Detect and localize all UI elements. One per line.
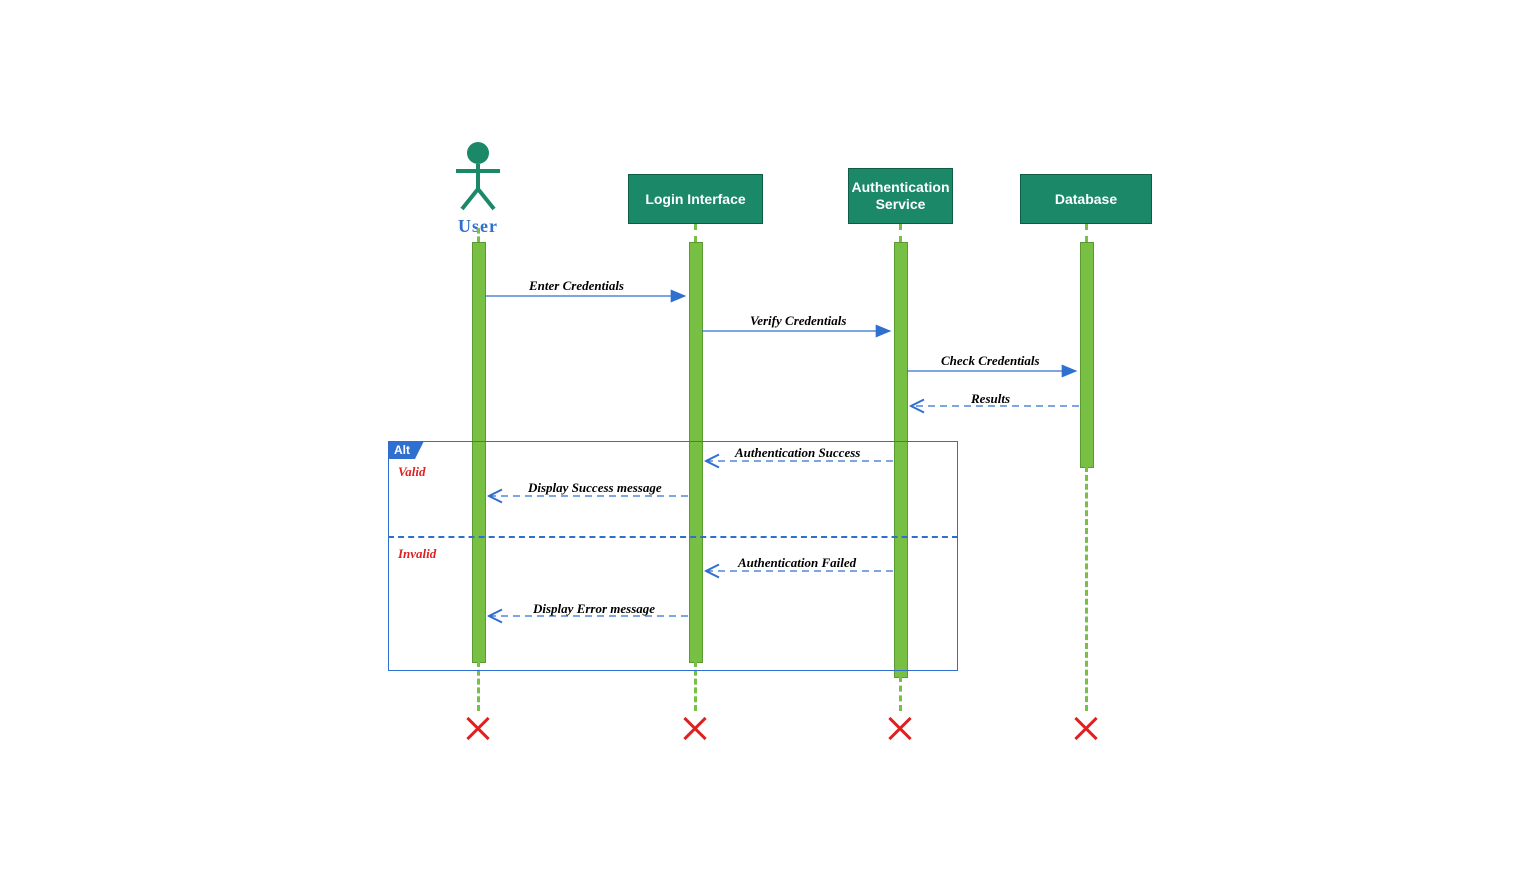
participant-database: Database xyxy=(1020,174,1152,224)
participant-auth-label: Authentication Service xyxy=(852,179,950,213)
lifeline-db-top xyxy=(1085,224,1088,242)
terminate-auth xyxy=(885,712,915,742)
actor-user: User xyxy=(448,141,508,237)
msg-results: Results xyxy=(971,391,1010,407)
lifeline-auth-tail xyxy=(899,676,902,711)
msg-verify-credentials: Verify Credentials xyxy=(750,313,846,329)
sequence-diagram-canvas: User Login Interface Authentication Serv… xyxy=(38,26,1478,846)
guard-invalid: Invalid xyxy=(398,546,436,562)
alt-fragment: Alt xyxy=(388,441,958,671)
msg-check-credentials: Check Credentials xyxy=(941,353,1040,369)
participant-authentication-service: Authentication Service xyxy=(848,168,953,224)
alt-fragment-label: Alt xyxy=(388,441,424,459)
activation-db xyxy=(1080,242,1094,468)
lifeline-auth-top xyxy=(899,224,902,242)
msg-auth-success: Authentication Success xyxy=(735,445,860,461)
participant-login-interface: Login Interface xyxy=(628,174,763,224)
terminate-login xyxy=(680,712,710,742)
msg-enter-credentials: Enter Credentials xyxy=(529,278,624,294)
arrows-overlay xyxy=(38,26,1478,846)
alt-divider xyxy=(388,536,958,538)
msg-display-error: Display Error message xyxy=(533,601,655,617)
msg-display-success: Display Success message xyxy=(528,480,662,496)
terminate-db xyxy=(1071,712,1101,742)
participant-db-label: Database xyxy=(1055,191,1117,208)
terminate-user xyxy=(463,712,493,742)
guard-valid: Valid xyxy=(398,464,425,480)
msg-auth-failed: Authentication Failed xyxy=(738,555,856,571)
lifeline-login-top xyxy=(694,224,697,242)
lifeline-db-tail xyxy=(1085,466,1088,711)
lifeline-user-top xyxy=(477,228,480,242)
participant-login-label: Login Interface xyxy=(645,191,745,208)
